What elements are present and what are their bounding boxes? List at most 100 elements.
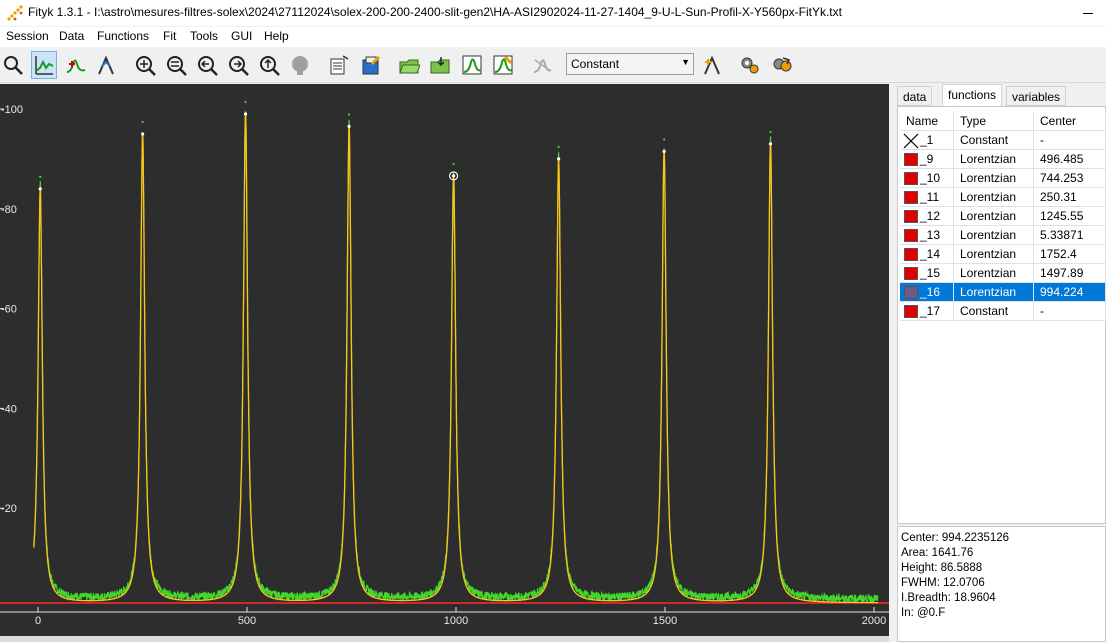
function-type: Constant	[954, 131, 1034, 150]
function-type: Lorentzian	[954, 283, 1034, 302]
function-center: 744.253	[1034, 169, 1106, 188]
function-name-cell: _11	[900, 188, 954, 207]
spectrum-chart: -20 -40 -60 -80 -100 0 500 1000 1500 2000	[0, 100, 889, 627]
function-row[interactable]: _1 Constant -	[900, 131, 1106, 150]
add-peak-mode-button[interactable]	[63, 51, 89, 79]
x-tick-label: 1500	[653, 615, 677, 627]
function-info-panel: Center: 994.2235126 Area: 1641.76 Height…	[897, 526, 1106, 642]
function-type-select[interactable]: Constant ▼	[566, 53, 694, 75]
function-row[interactable]: _11 Lorentzian 250.31	[900, 188, 1106, 207]
zoom-all-button[interactable]	[132, 51, 158, 79]
y-tick-label: -60	[1, 304, 17, 316]
baseline-mode-button[interactable]	[93, 51, 119, 79]
function-name-cell: _17	[900, 302, 954, 321]
add-peak-mode-icon	[66, 59, 86, 73]
splitter[interactable]	[889, 84, 895, 642]
function-row[interactable]: _17 Constant -	[900, 302, 1106, 321]
function-row[interactable]: _15 Lorentzian 1497.89	[900, 264, 1106, 283]
menu-help[interactable]: Help	[264, 29, 289, 43]
function-color-swatch[interactable]	[904, 153, 918, 166]
menu-data[interactable]: Data	[59, 29, 84, 43]
column-header-type[interactable]: Type	[954, 111, 1034, 131]
guess-peak-button[interactable]	[699, 51, 725, 79]
zoom-vertical-button[interactable]	[163, 51, 189, 79]
function-color-swatch[interactable]	[904, 286, 918, 299]
column-header-center[interactable]: Center	[1034, 111, 1106, 131]
function-row[interactable]: _16 Lorentzian 994.224	[900, 283, 1106, 302]
function-name-cell: _13	[900, 226, 954, 245]
tab-data[interactable]: data	[897, 86, 933, 106]
function-row[interactable]: _12 Lorentzian 1245.55	[900, 207, 1106, 226]
function-type-value: Constant	[571, 57, 620, 71]
plot-area[interactable]: -20 -40 -60 -80 -100 0 500 1000 1500 2000	[0, 84, 889, 640]
function-color-swatch[interactable]	[904, 210, 918, 223]
function-name: _9	[920, 152, 934, 166]
disabled-circle-button[interactable]	[287, 51, 313, 79]
save-session-icon	[430, 57, 450, 74]
menu-gui[interactable]: GUI	[231, 29, 252, 43]
y-tick-label: -40	[1, 403, 17, 415]
peak-marker	[451, 174, 456, 178]
menu-bar: Session Data Functions Fit Tools GUI Hel…	[0, 27, 1106, 47]
function-row[interactable]: _14 Lorentzian 1752.4	[900, 245, 1106, 264]
x-tick-label: 0	[35, 615, 41, 627]
function-row[interactable]: _13 Lorentzian 5.33871	[900, 226, 1106, 245]
disabled-fit-button[interactable]	[529, 51, 555, 79]
horizontal-scrollbar[interactable]	[0, 636, 889, 642]
function-center: 1245.55	[1034, 207, 1106, 226]
info-area: Area: 1641.76	[901, 547, 974, 559]
window-title: Fityk 1.3.1 - I:\astro\mesures-filtres-s…	[28, 5, 842, 19]
guess-peak-icon	[704, 55, 720, 75]
fit-settings-button[interactable]	[490, 51, 516, 79]
zoom-in-button[interactable]	[225, 51, 251, 79]
run-script-icon	[741, 57, 759, 74]
chevron-down-icon: ▼	[681, 57, 690, 67]
x-tick-label: 2000	[862, 615, 886, 627]
info-ibreadth: I.Breadth: 18.9604	[901, 592, 996, 604]
tab-functions[interactable]: functions	[942, 84, 1003, 106]
function-color-swatch[interactable]	[904, 248, 918, 261]
function-color-swatch[interactable]	[904, 172, 918, 185]
y-tick-label: -20	[1, 503, 17, 515]
continue-button[interactable]	[769, 51, 795, 79]
minimize-button[interactable]	[1070, 0, 1106, 26]
function-row[interactable]: _10 Lorentzian 744.253	[900, 169, 1106, 188]
menu-functions[interactable]: Functions	[97, 29, 149, 43]
function-type: Lorentzian	[954, 226, 1034, 245]
functions-panel: Name Type Center _1 Constant - _9 Lorentzian…	[897, 106, 1106, 524]
edit-data-button[interactable]	[358, 51, 384, 79]
function-color-swatch[interactable]	[904, 191, 918, 204]
function-center: 250.31	[1034, 188, 1106, 207]
disabled-fit-icon	[533, 59, 552, 73]
data-range-mode-icon	[35, 56, 54, 75]
peak-marker	[662, 149, 666, 154]
zoom-mode-button[interactable]	[0, 51, 26, 79]
load-data-button[interactable]	[326, 51, 352, 79]
function-color-swatch[interactable]	[904, 229, 918, 242]
data-range-mode-button[interactable]	[31, 51, 57, 79]
run-fit-button[interactable]	[459, 51, 485, 79]
info-center: Center: 994.2235126	[901, 532, 1010, 544]
column-header-name[interactable]: Name	[900, 111, 954, 131]
function-name-cell: _16	[900, 283, 954, 302]
save-session-button[interactable]	[427, 51, 453, 79]
zoom-prev-button[interactable]	[194, 51, 220, 79]
open-session-icon	[399, 59, 420, 74]
function-center: 496.485	[1034, 150, 1106, 169]
function-type: Lorentzian	[954, 245, 1034, 264]
menu-fit[interactable]: Fit	[163, 29, 176, 43]
function-center: 994.224	[1034, 283, 1106, 302]
tab-variables[interactable]: variables	[1006, 86, 1067, 106]
function-row[interactable]: _9 Lorentzian 496.485	[900, 150, 1106, 169]
menu-tools[interactable]: Tools	[190, 29, 218, 43]
info-in: In: @0.F	[901, 607, 946, 619]
menu-session[interactable]: Session	[6, 29, 49, 43]
run-script-button[interactable]	[737, 51, 763, 79]
function-type: Lorentzian	[954, 188, 1034, 207]
peak-data-point	[347, 113, 351, 116]
function-color-swatch[interactable]	[904, 267, 918, 280]
zoom-up-button[interactable]	[256, 51, 282, 79]
open-session-button[interactable]	[396, 51, 422, 79]
function-color-swatch[interactable]	[904, 305, 918, 318]
peak-marker	[768, 142, 773, 146]
